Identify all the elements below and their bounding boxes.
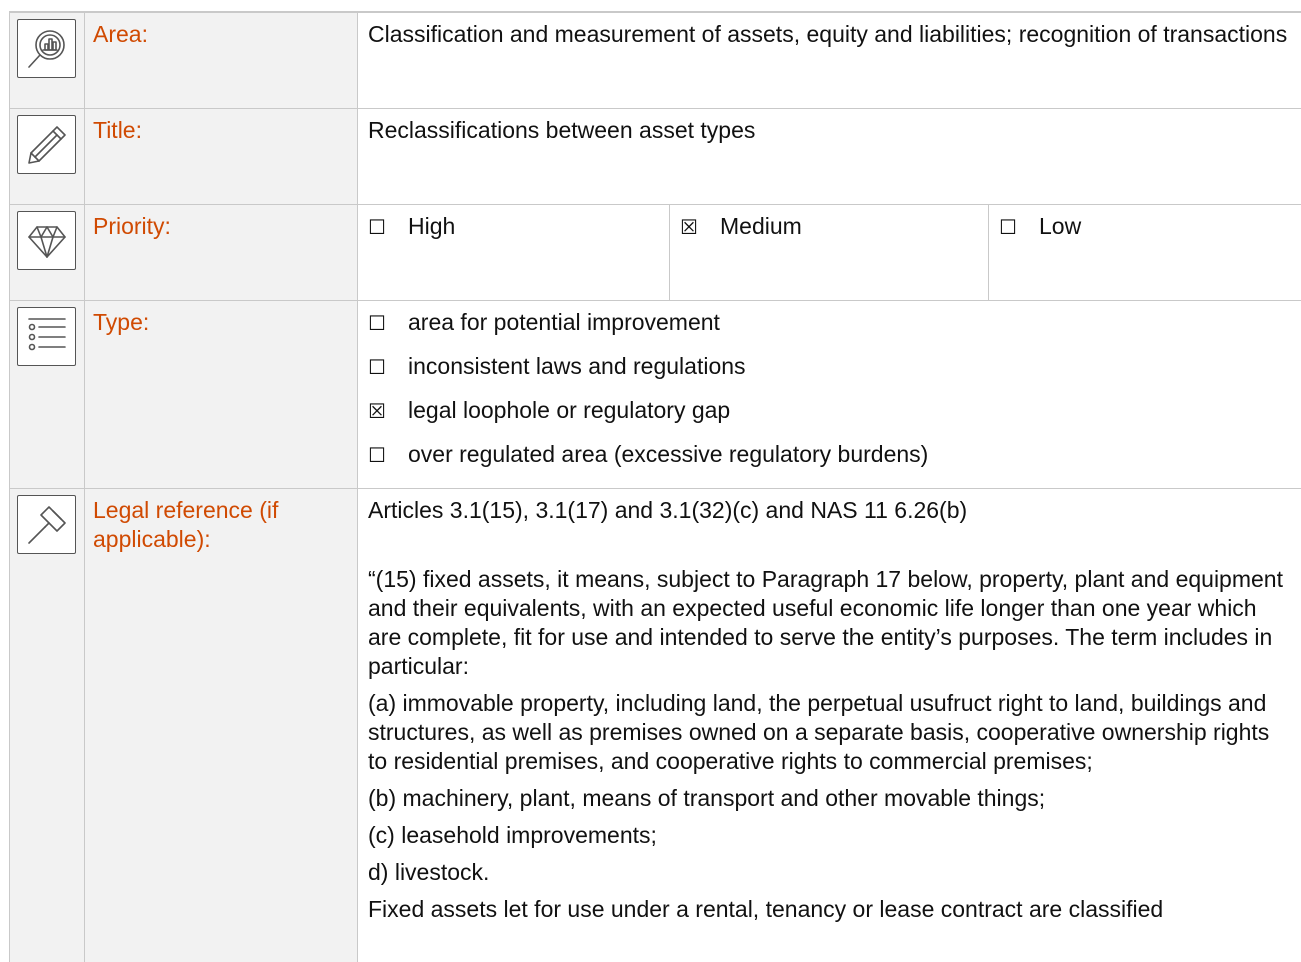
title-value: Reclassifications between asset types (357, 108, 1301, 205)
issue-form-table: Area: Classification and measurement of … (9, 12, 1301, 962)
type-option-label: over regulated area (excessive regulator… (408, 441, 929, 467)
legal-reference-row: Legal reference (if applicable): Article… (9, 488, 1301, 962)
type-label: Type: (84, 300, 358, 489)
title-icon-cell (9, 108, 85, 205)
type-option[interactable]: ☐ over regulated area (excessive regulato… (368, 440, 1291, 470)
checkbox-checked-icon[interactable]: ☒ (680, 213, 710, 242)
legal-paragraph: (a) immovable property, including land, … (368, 690, 1270, 774)
checkbox-unchecked-icon[interactable]: ☐ (368, 309, 398, 338)
priority-options-cell: ☐ High ☒ Medium ☐ Low (357, 204, 1301, 301)
title-row: Title: Reclassifications between asset t… (9, 108, 1301, 205)
diamond-icon (17, 211, 76, 270)
list-icon (17, 307, 76, 366)
pencil-icon (17, 115, 76, 174)
legal-paragraph: d) livestock. (368, 859, 490, 885)
priority-option-medium[interactable]: ☒ Medium (669, 205, 989, 300)
type-options: ☐ area for potential improvement ☐ inconsi… (357, 300, 1301, 489)
priority-option-label: Medium (720, 213, 802, 239)
priority-icon-cell (9, 204, 85, 301)
priority-option-low[interactable]: ☐ Low (988, 205, 1301, 300)
type-option-label: inconsistent laws and regulations (408, 353, 746, 379)
legal-paragraph: (b) machinery, plant, means of transport… (368, 785, 1046, 811)
type-option[interactable]: ☐ area for potential improvement (368, 308, 1291, 338)
checkbox-checked-icon[interactable]: ☒ (368, 397, 398, 426)
gavel-icon (17, 495, 76, 554)
magnifier-chart-icon (17, 19, 76, 78)
type-option-label: legal loophole or regulatory gap (408, 397, 731, 423)
legal-icon-cell (9, 488, 85, 962)
legal-paragraph: (c) leasehold improvements; (368, 822, 657, 848)
checkbox-unchecked-icon[interactable]: ☐ (368, 353, 398, 382)
legal-reference-articles: Articles 3.1(15), 3.1(17) and 3.1(32)(c)… (368, 497, 968, 523)
checkbox-unchecked-icon[interactable]: ☐ (999, 213, 1029, 242)
type-option[interactable]: ☒ legal loophole or regulatory gap (368, 396, 1291, 426)
priority-option-high[interactable]: ☐ High (358, 205, 670, 300)
checkbox-unchecked-icon[interactable]: ☐ (368, 441, 398, 470)
legal-paragraph: “(15) fixed assets, it means, subject to… (368, 566, 1283, 679)
legal-reference-label: Legal reference (if applicable): (84, 488, 358, 962)
title-label: Title: (84, 108, 358, 205)
legal-reference-content: Articles 3.1(15), 3.1(17) and 3.1(32)(c)… (357, 488, 1301, 962)
type-option[interactable]: ☐ inconsistent laws and regulations (368, 352, 1291, 382)
checkbox-unchecked-icon[interactable]: ☐ (368, 213, 398, 242)
priority-option-label: Low (1039, 213, 1082, 239)
type-row: Type: ☐ area for potential improvement ☐ i… (9, 300, 1301, 489)
legal-paragraph: Fixed assets let for use under a rental,… (368, 896, 1164, 922)
priority-row: Priority: ☐ High ☒ Medium ☐ Low (9, 204, 1301, 301)
priority-label: Priority: (84, 204, 358, 301)
area-value: Classification and measurement of assets… (357, 12, 1301, 109)
priority-option-label: High (408, 213, 456, 239)
form-frame: Area: Classification and measurement of … (9, 11, 1301, 962)
type-icon-cell (9, 300, 85, 489)
priority-options: ☐ High ☒ Medium ☐ Low (358, 205, 1301, 300)
area-label: Area: (84, 12, 358, 109)
type-option-label: area for potential improvement (408, 309, 720, 335)
area-icon-cell (9, 12, 85, 109)
area-row: Area: Classification and measurement of … (9, 12, 1301, 109)
